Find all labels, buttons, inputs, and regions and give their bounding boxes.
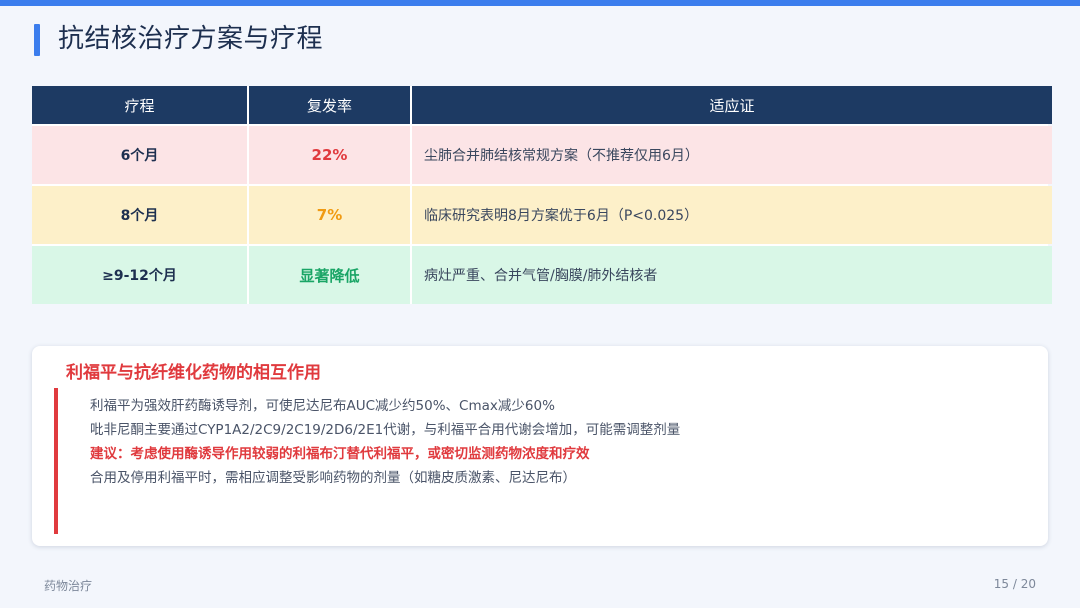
card-title: 利福平与抗纤维化药物的相互作用: [66, 363, 321, 383]
table-cell-indication: 尘肺合并肺结核常规方案（不推荐仅用6月）: [412, 126, 1052, 184]
card-line: 吡非尼酮主要通过CYP1A2/2C9/2C19/2D6/2E1代谢，与利福平合用…: [90, 422, 681, 438]
table-cell-duration: ≥9-12个月: [32, 246, 247, 304]
column-header-duration: 疗程: [32, 86, 247, 124]
page-title: 抗结核治疗方案与疗程: [58, 24, 324, 54]
card-body: 利福平为强效肝药酶诱导剂，可使尼达尼布AUC减少约50%、Cmax减少60% 吡…: [90, 394, 680, 490]
table-cell-relapse-rate: 7%: [249, 186, 410, 244]
table-cell-relapse-rate: 22%: [249, 126, 410, 184]
table-cell-duration: 8个月: [32, 186, 247, 244]
table-cell-indication: 病灶严重、合并气管/胸膜/肺外结核者: [412, 246, 1052, 304]
footer-section-label: 药物治疗: [44, 579, 93, 593]
column-header-indication: 适应证: [412, 86, 1052, 124]
top-accent-bar: [0, 0, 1080, 6]
table-cell-indication: 临床研究表明8月方案优于6月（P<0.025）: [412, 186, 1052, 244]
table-cell-duration: 6个月: [32, 126, 247, 184]
card-recommendation: 建议：考虑使用酶诱导作用较弱的利福布汀替代利福平，或密切监测药物浓度和疗效: [90, 446, 590, 462]
regimen-table: 疗程 复发率 适应证 6个月 22% 尘肺合并肺结核常规方案（不推荐仅用6月） …: [32, 86, 1052, 304]
column-header-relapse-rate: 复发率: [249, 86, 410, 124]
card-accent-bar: [54, 388, 58, 534]
page-number: 15 / 20: [993, 577, 1036, 591]
card-line: 利福平为强效肝药酶诱导剂，可使尼达尼布AUC减少约50%、Cmax减少60%: [90, 398, 555, 414]
table-cell-relapse-rate: 显著降低: [249, 246, 410, 304]
title-accent-bar: [34, 24, 40, 56]
card-line: 合用及停用利福平时，需相应调整受影响药物的剂量（如糖皮质激素、尼达尼布）: [90, 470, 576, 486]
drug-interaction-card: 利福平与抗纤维化药物的相互作用 利福平为强效肝药酶诱导剂，可使尼达尼布AUC减少…: [32, 346, 1048, 546]
